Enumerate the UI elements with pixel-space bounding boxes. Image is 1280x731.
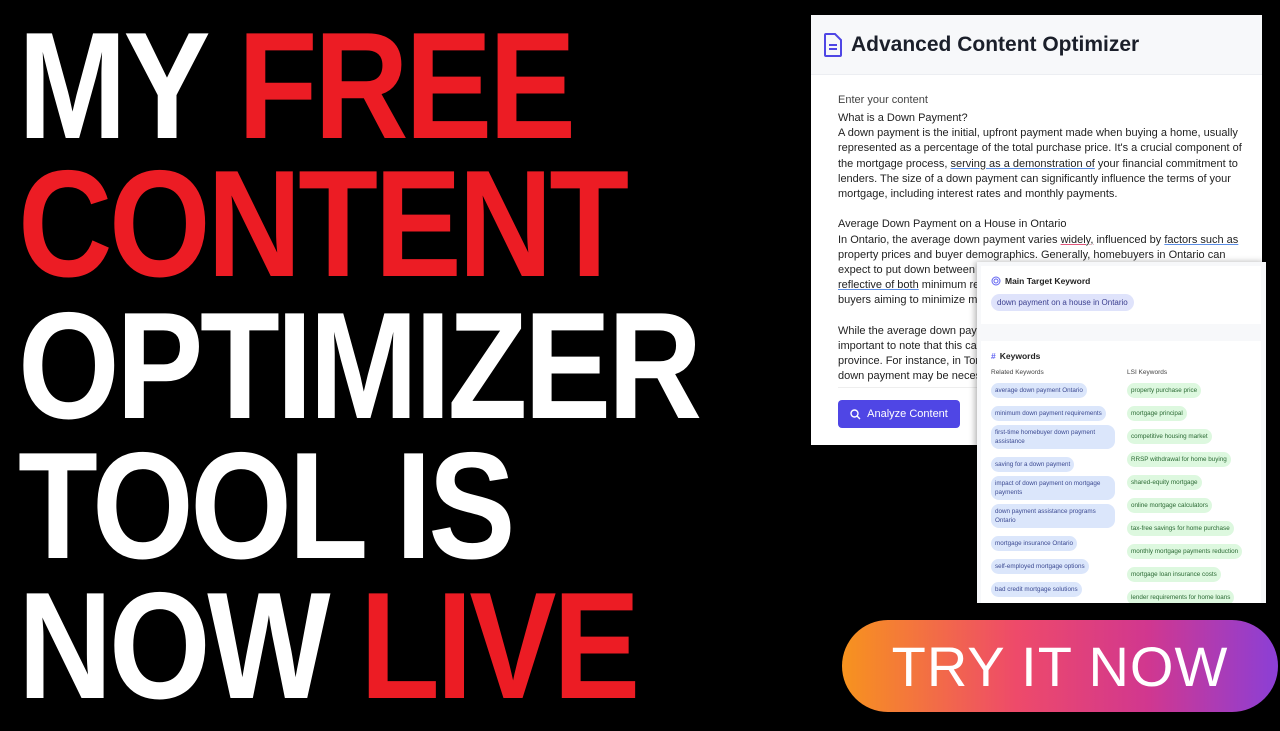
paragraph: A down payment is the initial, upfront p… <box>838 127 1245 201</box>
card-title: Main Target Keyword <box>1005 276 1091 286</box>
keyword-tag[interactable]: self-employed mortgage options <box>991 559 1089 574</box>
document-icon <box>824 32 842 57</box>
target-icon <box>991 276 1001 286</box>
keyword-tag[interactable]: lender requirements for home loans <box>1127 590 1235 603</box>
keyword-tag[interactable]: shared-equity mortgage <box>1127 475 1202 490</box>
main-keyword-tag[interactable]: down payment on a house in Ontario <box>991 294 1134 311</box>
main-keyword-card: Main Target Keyword down payment on a ho… <box>981 266 1261 324</box>
column-title: LSI Keywords <box>1127 369 1168 376</box>
headline-word: LIVE <box>360 561 640 731</box>
keyword-tag[interactable]: average down payment Ontario <box>991 383 1087 398</box>
headline-line-2: CONTENT <box>18 139 629 309</box>
keyword-tag[interactable]: online mortgage calculators <box>1127 498 1213 513</box>
headline-line-5: NOW LIVE <box>18 570 640 722</box>
column-title: Related Keywords <box>991 369 1044 376</box>
related-keywords-column: Related Keywords average down payment Ont… <box>991 369 1115 603</box>
card-title: Keywords <box>999 351 1041 361</box>
button-label: Analyze Content <box>867 408 948 420</box>
keyword-tag[interactable]: monthly mortgage payments reduction <box>1127 544 1243 559</box>
keyword-tag[interactable]: bad credit mortgage solutions <box>991 582 1082 597</box>
keywords-card: # Keywords Related Keywords average down p… <box>981 341 1261 603</box>
heading: What is a Down Payment? <box>838 112 968 124</box>
search-icon <box>850 408 861 419</box>
try-it-now-button[interactable]: TRY IT NOW <box>842 620 1278 712</box>
keyword-tag[interactable]: mortgage loan insurance costs <box>1127 567 1221 582</box>
keyword-tag[interactable]: RRSP withdrawal for home buying <box>1127 452 1231 467</box>
keyword-tag[interactable]: saving for a down payment <box>991 457 1075 472</box>
app-title: Advanced Content Optimizer <box>851 32 1140 56</box>
hash-icon: # <box>991 351 996 361</box>
headline-line-3: OPTIMIZER <box>18 281 702 451</box>
keyword-tag[interactable]: minimum down payment requirements <box>991 406 1106 421</box>
keyword-tag[interactable]: mortgage principal <box>1127 406 1187 421</box>
analyze-content-button[interactable]: Analyze Content <box>838 400 960 428</box>
keyword-tag[interactable]: mortgage insurance Ontario <box>991 536 1078 551</box>
keyword-tag[interactable]: competitive housing market <box>1127 429 1212 444</box>
heading: Average Down Payment on a House in Ontar… <box>838 218 1067 231</box>
headline-line-4: TOOL IS <box>18 421 516 591</box>
keyword-tag[interactable]: first-time homebuyer down payment assist… <box>991 425 1115 449</box>
keyword-tag[interactable]: impact of down payment on mortgage payme… <box>991 476 1115 500</box>
headline-word: NOW <box>18 561 331 731</box>
content-label: Enter your content <box>838 94 928 106</box>
keyword-tag[interactable]: down payment assistance programs Ontario <box>991 504 1115 528</box>
keywords-panel: Main Target Keyword down payment on a ho… <box>977 262 1266 603</box>
keyword-tag[interactable]: tax-free savings for home purchase <box>1127 521 1234 536</box>
app-header: Advanced Content Optimizer <box>811 15 1262 75</box>
lsi-keywords-column: LSI Keywords property purchase price mortg… <box>1127 369 1251 603</box>
keyword-tag[interactable]: property purchase price <box>1127 383 1202 398</box>
